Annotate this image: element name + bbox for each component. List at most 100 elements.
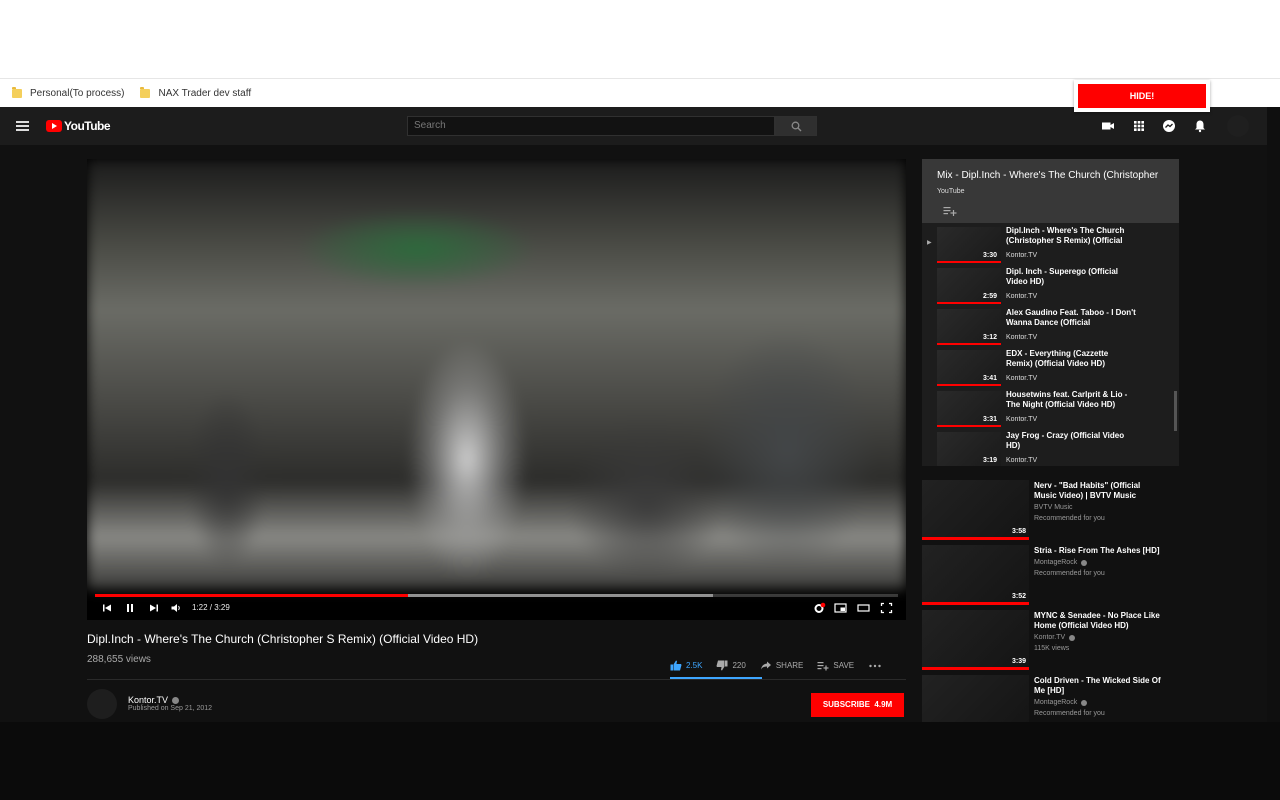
more-actions-button[interactable]: [868, 660, 886, 671]
playlist-item-title[interactable]: Dipl. Inch - Superego (Official Video HD…: [1006, 267, 1136, 286]
bookmark-personal[interactable]: Personal(To process): [12, 86, 124, 99]
playlist-item-title[interactable]: EDX - Everything (Cazzette Remix) (Offic…: [1006, 349, 1136, 368]
playlist-thumbnail[interactable]: 3:31: [937, 391, 1001, 427]
recommendation-channel[interactable]: MontageRock: [1034, 559, 1088, 566]
apps-grid-icon[interactable]: [1132, 119, 1146, 133]
playlist-owner: YouTube: [937, 188, 965, 195]
hide-button[interactable]: HIDE!: [1078, 84, 1206, 108]
playlist-item[interactable]: 3:19 Jay Frog - Crazy (Official Video HD)…: [922, 430, 1172, 466]
mix-playlist-panel: Mix - Dipl.Inch - Where's The Church (Ch…: [922, 159, 1179, 466]
channel-name-text: Kontor.TV: [128, 695, 169, 705]
share-label: SHARE: [775, 660, 804, 670]
playlist-item-title[interactable]: Housetwins feat. Carlprit & Lio - The Ni…: [1006, 390, 1136, 409]
recommendation-channel[interactable]: MontageRock: [1034, 699, 1088, 706]
notifications-bell-icon[interactable]: [1193, 119, 1207, 133]
recommendation-meta: Recommended for you: [1034, 515, 1105, 522]
duration-badge: 3:39: [1011, 658, 1026, 665]
create-video-icon[interactable]: [1101, 119, 1115, 133]
save-button[interactable]: SAVE: [817, 660, 854, 671]
watched-progress: [922, 537, 1029, 540]
playlist-item[interactable]: 3:12 Alex Gaudino Feat. Taboo - I Don't W…: [922, 307, 1172, 347]
playlist-thumbnail[interactable]: 3:19: [937, 432, 1001, 466]
recommendation-item[interactable]: 3:52 Stria - Rise From The Ashes [HD] Mont…: [922, 545, 1172, 605]
playlist-item-title[interactable]: Dipl.Inch - Where's The Church (Christop…: [1006, 226, 1136, 245]
playlist-thumbnail[interactable]: 3:30: [937, 227, 1001, 263]
miniplayer-icon[interactable]: [834, 602, 847, 614]
previous-icon[interactable]: [101, 602, 113, 614]
playlist-item[interactable]: ▶ 3:30 Dipl.Inch - Where's The Church (Chr…: [922, 225, 1172, 265]
theater-mode-icon[interactable]: [857, 602, 870, 614]
recommendation-title[interactable]: Cold Driven - The Wicked Side Of Me [HD]: [1034, 676, 1164, 695]
next-icon[interactable]: [148, 602, 160, 614]
playlist-item-title[interactable]: Jay Frog - Crazy (Official Video HD): [1006, 431, 1136, 450]
recommendation-title[interactable]: Nerv - "Bad Habits" (Official Music Vide…: [1034, 481, 1164, 500]
duration-badge: 3:12: [982, 334, 997, 341]
recommendation-thumbnail[interactable]: 3:52: [922, 545, 1029, 605]
duration-badge: 3:52: [1011, 593, 1026, 600]
watched-progress: [937, 343, 1001, 345]
playlist-title[interactable]: Mix - Dipl.Inch - Where's The Church (Ch…: [937, 170, 1158, 181]
youtube-logo[interactable]: YouTube: [46, 119, 111, 133]
channel-avatar[interactable]: [87, 689, 117, 719]
like-count: 2.5K: [686, 660, 703, 670]
like-button[interactable]: 2.5K: [670, 660, 702, 671]
time-display: 1:22 / 3:29: [192, 603, 230, 612]
browser-top-area: [0, 0, 1280, 78]
volume-icon[interactable]: [170, 602, 182, 614]
pause-icon[interactable]: [124, 602, 136, 614]
bookmark-nax-trader[interactable]: NAX Trader dev staff: [140, 86, 252, 99]
duration-badge: 3:31: [982, 416, 997, 423]
watched-progress: [922, 602, 1029, 605]
video-actions: 2.5K 220 SHARE SAVE: [670, 653, 900, 677]
progress-bar[interactable]: [95, 594, 898, 597]
view-count: 288,655 views: [87, 654, 151, 665]
video-player[interactable]: 1:22 / 3:29: [87, 159, 906, 620]
recommendation-channel[interactable]: BVTV Music: [1034, 504, 1073, 511]
dislike-button[interactable]: 220: [716, 660, 746, 671]
account-avatar[interactable]: [1227, 115, 1249, 137]
recommendation-meta: Recommended for you: [1034, 710, 1105, 717]
bottom-area: [0, 722, 1280, 800]
search-input[interactable]: Search: [407, 116, 775, 136]
thumbs-up-icon: [670, 660, 682, 670]
playlist-thumbnail[interactable]: 3:12: [937, 309, 1001, 345]
share-button[interactable]: SHARE: [760, 660, 804, 671]
publish-date: Published on Sep 21, 2012: [128, 705, 213, 712]
subscribe-button[interactable]: SUBSCRIBE 4.9M: [811, 693, 904, 717]
logo-text: YouTube: [64, 119, 111, 133]
add-playlist-icon[interactable]: [943, 205, 957, 217]
video-frame[interactable]: [87, 159, 906, 589]
bookmark-label: NAX Trader dev staff: [158, 87, 252, 99]
recommendation-channel[interactable]: Kontor.TV: [1034, 634, 1076, 641]
recommendation-thumbnail[interactable]: [922, 675, 1029, 722]
fullscreen-icon[interactable]: [880, 602, 893, 614]
watched-progress: [937, 302, 1001, 304]
progress-played: [95, 594, 409, 597]
recommendation-title[interactable]: MYNC & Senadee - No Place Like Home (Off…: [1034, 611, 1164, 630]
recommendation-title[interactable]: Stria - Rise From The Ashes [HD]: [1034, 546, 1164, 556]
search-button[interactable]: [775, 116, 817, 136]
recommendation-item[interactable]: 3:39 MYNC & Senadee - No Place Like Home …: [922, 610, 1172, 670]
playlist-item-title[interactable]: Alex Gaudino Feat. Taboo - I Don't Wanna…: [1006, 308, 1136, 327]
share-icon: [760, 661, 771, 669]
recommendation-item[interactable]: 3:58 Nerv - "Bad Habits" (Official Music …: [922, 480, 1172, 540]
messages-icon[interactable]: [1162, 119, 1176, 133]
duration-badge: 3:58: [1011, 528, 1026, 535]
video-title: Dipl.Inch - Where's The Church (Christop…: [87, 632, 479, 646]
playlist-item[interactable]: 3:31 Housetwins feat. Carlprit & Lio - Th…: [922, 389, 1172, 429]
playlist-thumbnail[interactable]: 3:41: [937, 350, 1001, 386]
watched-progress: [922, 667, 1029, 670]
recommendation-thumbnail[interactable]: 3:58: [922, 480, 1029, 540]
playlist-item[interactable]: 2:59 Dipl. Inch - Superego (Official Vide…: [922, 266, 1172, 306]
channel-name[interactable]: Kontor.TV: [128, 695, 180, 705]
masthead: YouTube Search: [0, 107, 1267, 145]
recommendation-thumbnail[interactable]: 3:39: [922, 610, 1029, 670]
channel-name-text: Kontor.TV: [1034, 634, 1066, 641]
recommendation-item[interactable]: Cold Driven - The Wicked Side Of Me [HD]…: [922, 675, 1172, 722]
playlist-thumbnail[interactable]: 2:59: [937, 268, 1001, 304]
playlist-scrollbar[interactable]: [1174, 391, 1177, 431]
verified-check-icon: [172, 696, 180, 704]
settings-gear-icon[interactable]: [813, 602, 826, 614]
playlist-item[interactable]: 3:41 EDX - Everything (Cazzette Remix) (O…: [922, 348, 1172, 388]
menu-icon[interactable]: [16, 121, 29, 131]
